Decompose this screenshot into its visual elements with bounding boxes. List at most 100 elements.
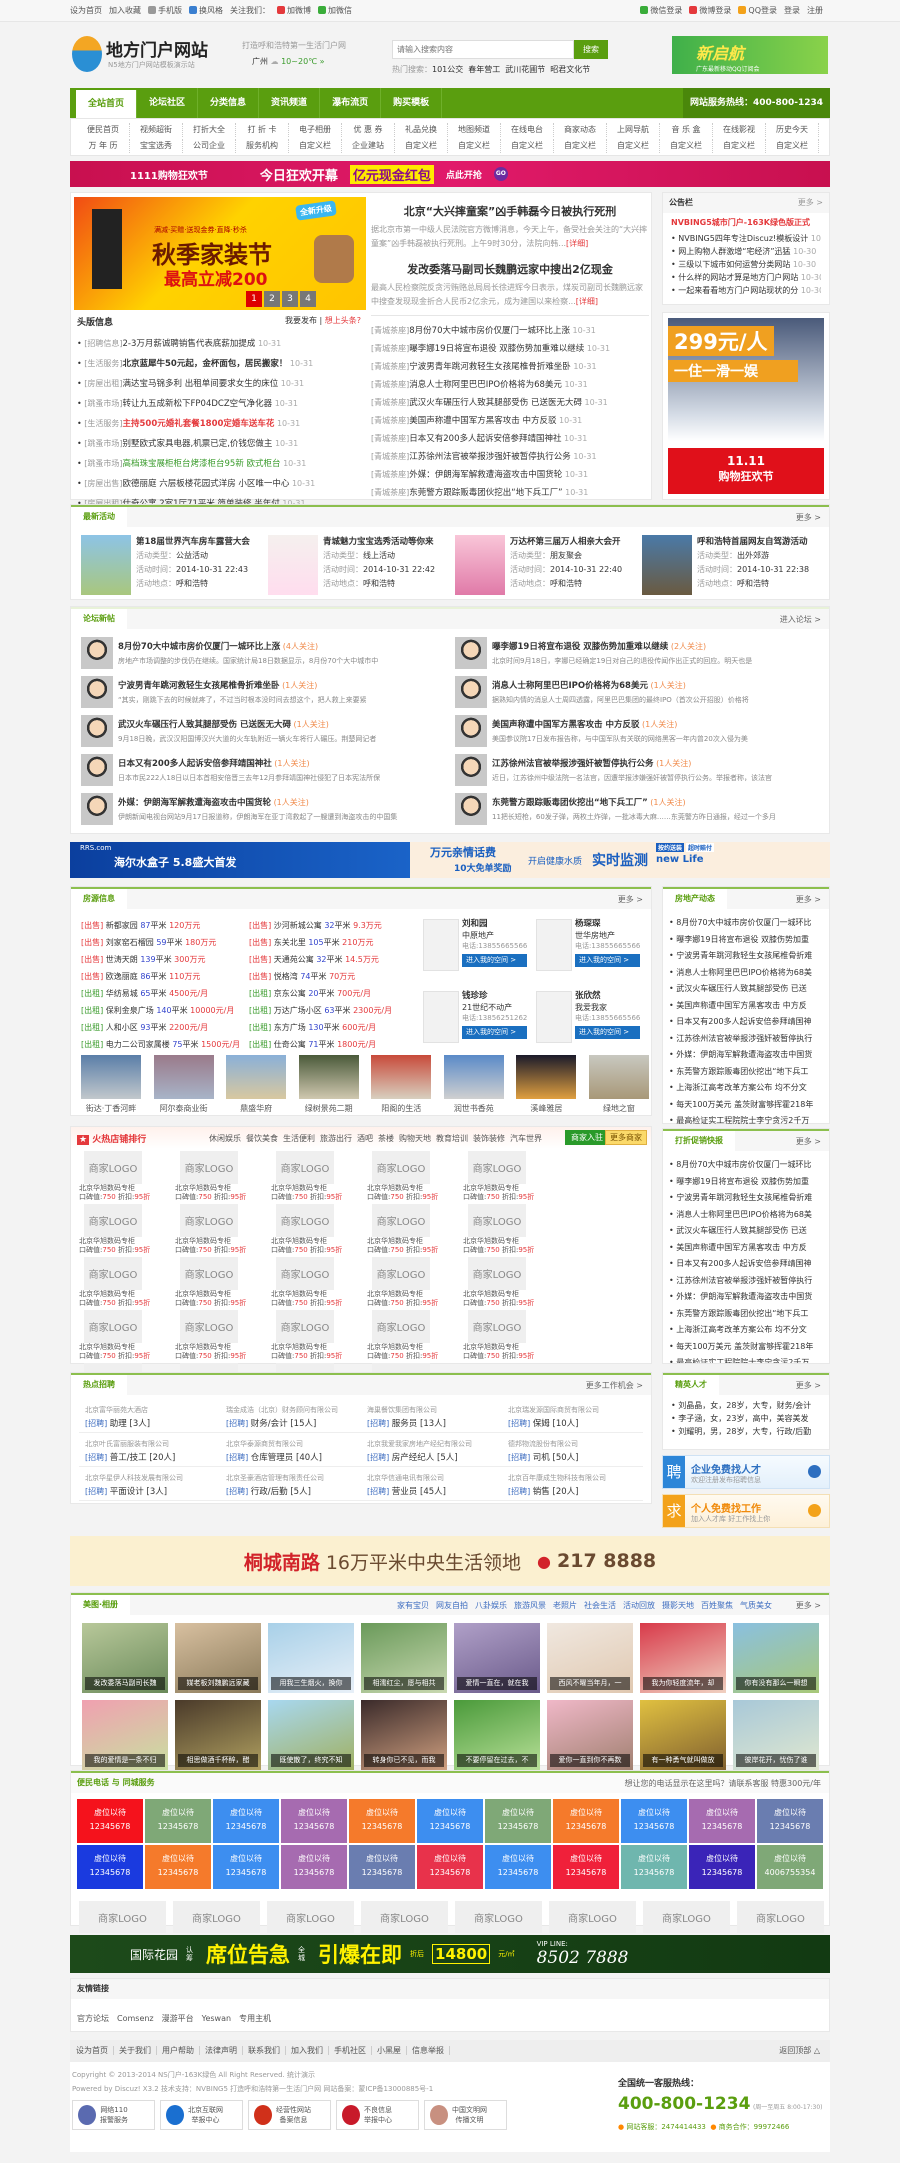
jobs-more[interactable]: 更多工作机会 > (586, 1380, 643, 1391)
talent-text[interactable]: 刘晶晶，女，28岁，大专，财务/会计 (678, 1401, 811, 1410)
headline-category[interactable]: [跳蚤市场] (84, 459, 122, 468)
forum-post-title[interactable]: 宁波男青年跳河救轻生女孩尾椎骨折难坐卧 (118, 681, 280, 691)
sub-nav-link[interactable]: 自定义栏 (713, 139, 766, 153)
forum-post[interactable]: 美国声称遭中国军方黑客攻击 中方反驳 (1人关注) 美国参议院17日发布报告称，与… (455, 715, 829, 753)
sub-nav-link[interactable]: 自定义栏 (289, 139, 342, 153)
agent-space-button[interactable]: 进入我的空间 > (575, 954, 641, 967)
listing-name[interactable]: 万达广场小区 (274, 1006, 322, 1015)
job-item[interactable]: 北京瑞发源国际商贸有限公司 [招聘] 保姆 [10人] (502, 1399, 643, 1433)
slider-page[interactable]: 4 (300, 291, 316, 307)
sub-nav-link[interactable]: 在线电台 (501, 123, 554, 137)
headline-text[interactable]: 主持500元婚礼套餐1800定婚车送车花 (123, 419, 275, 429)
listing-name[interactable]: 东关北里 (274, 938, 306, 947)
promo-item-text[interactable]: 武汉火车碾压行人致其腿部受伤 已送 (676, 1226, 807, 1235)
nav-item[interactable]: 分类信息 (198, 88, 260, 118)
job-title[interactable]: 仓库管理员 [40人] (251, 1453, 322, 1463)
footer-nav-link[interactable]: 信息举报 (412, 2046, 450, 2055)
realty-item[interactable]: • 美国声称遭中国军方黑客攻击 中方反 (669, 998, 823, 1015)
garden-ad-banner[interactable]: 国际花园 认筹 席位告急 全城 引爆在即 折后 14800 元/㎡ VIP LI… (70, 1935, 830, 1973)
shop-card[interactable]: 商家LOGO北京华旭数码专柜口碑值:750 折扣:95折 (367, 1257, 463, 1310)
promo-item-text[interactable]: 曝李娜19日将宣布退役 双膝伤势加重 (676, 1177, 809, 1186)
listing-name[interactable]: 欧逸丽庭 (106, 972, 138, 981)
news-item[interactable]: [青城茶座]江苏徐州法官被举报涉强奸被暂停执行公务 10-31 (371, 448, 649, 466)
agent-avatar[interactable] (536, 919, 572, 971)
listing-type[interactable]: [出售] (81, 921, 103, 930)
promo-item-text[interactable]: 江苏徐州法官被举报涉强奸被暂停执行 (676, 1276, 812, 1285)
job-item[interactable]: 北京华星伊人科技发展有限公司 [招聘] 平面设计 [3人] (79, 1467, 220, 1501)
listing-type[interactable]: [出售] (81, 955, 103, 964)
slider-page[interactable]: 1 (246, 291, 262, 307)
find-job-button[interactable]: 求 个人免费找工作 加入人才库 好工作找上你 (662, 1494, 830, 1528)
more-link[interactable]: [详细] (576, 297, 598, 306)
job-title[interactable]: 普工/技工 [20人] (110, 1453, 176, 1463)
headline-item[interactable]: • [跳蚤市场]高档珠宝展柜柜台烤漆柜台95新 欧式柜台 10-31 (77, 454, 361, 474)
job-item[interactable]: 瑞金成浩（北京）财务顾问有限公司 [招聘] 财务/会计 [15人] (220, 1399, 361, 1433)
shop-card[interactable]: 商家LOGO北京华旭数码专柜口碑值:750 折扣:95折 (175, 1257, 271, 1310)
agent-avatar[interactable] (423, 919, 459, 971)
activity-title[interactable]: 第18届世界汽车房车露营大会 (136, 535, 250, 549)
realty-item-text[interactable]: 江苏徐州法官被举报涉强奸被暂停执行 (676, 1034, 812, 1043)
hot-search-link[interactable]: 春年营工 (468, 65, 500, 74)
sub-nav-link[interactable]: 地图频道 (448, 123, 501, 137)
talent-text[interactable]: 李子涵，女，23岁，高中，美容美发 (678, 1414, 808, 1423)
news-title[interactable]: 宁波男青年跳河救轻生女孩尾椎骨折难坐卧 (409, 362, 571, 372)
realty-item-text[interactable]: 东莞警方跟踪贩毒团伙挖出“地下兵工 (676, 1067, 808, 1076)
notice-text[interactable]: 一起来看看地方门户网站现状的分 (678, 286, 798, 295)
listing-type[interactable]: [出售] (249, 938, 271, 947)
listing-name[interactable]: 世涛天朗 (106, 955, 138, 964)
search-button[interactable]: 搜索 (574, 40, 608, 59)
realty-item[interactable]: • 曝李娜19日将宣布退役 双膝伤势加重 (669, 932, 823, 949)
shop-card[interactable]: 商家LOGO北京华旭数码专柜口碑值:750 折扣:95折 (271, 1257, 367, 1310)
topbar-link[interactable]: 手机版 (148, 0, 182, 22)
listing-type[interactable]: [出租] (81, 1006, 103, 1015)
shop-name[interactable]: 北京华旭数码专柜 (463, 1290, 559, 1299)
headline-category[interactable]: [房屋出售] (84, 479, 122, 488)
house-listing[interactable]: [出租] 人和小区 93平米 2200元/月 (81, 1019, 249, 1036)
forum-more[interactable]: 进入论坛 > (780, 614, 821, 625)
shop-name[interactable]: 北京华旭数码专柜 (463, 1184, 559, 1193)
more-link[interactable]: [详细] (566, 239, 588, 248)
avatar[interactable] (455, 676, 487, 708)
photo-card[interactable]: 爱情一直在，就在我 (454, 1623, 540, 1693)
news-title[interactable]: 曝李娜19日将宣布退役 双膝伤势加重难以继续 (409, 344, 584, 354)
photo-card[interactable]: 彼岸花开，忧伤了谁 (733, 1700, 819, 1770)
house-listing[interactable]: [出售] 东关北里 105平米 210万元 (249, 934, 417, 951)
photo-tab[interactable]: 活动回放 (623, 1601, 655, 1610)
phone-tile[interactable]: 虚位以待 12345678 (553, 1845, 619, 1889)
photo-tab[interactable]: 旅游风景 (514, 1601, 546, 1610)
shop-card[interactable]: 商家LOGO北京华旭数码专柜口碑值:750 折扣:95折 (271, 1204, 367, 1257)
forum-post-title[interactable]: 江苏徐州法官被举报涉强奸被暂停执行公务 (492, 759, 654, 769)
promo-item[interactable]: • 曝李娜19日将宣布退役 双膝伤势加重 (669, 1174, 823, 1191)
house-listing[interactable]: [出售] 世涛天朗 139平米 300万元 (81, 951, 249, 968)
house-listing[interactable]: [出租] 保利金泉广场 140平米 10000元/月 (81, 1002, 249, 1019)
promo-item-text[interactable]: 消息人士称阿里巴巴IPO价格将为68美 (676, 1210, 812, 1219)
listing-name[interactable]: 新都家园 (106, 921, 138, 930)
logo-title[interactable]: 地方门户网站 (106, 36, 208, 61)
house-listing[interactable]: [出租] 京东公寓 20平米 700元/月 (249, 985, 417, 1002)
photo-card[interactable]: 转身你已不见，而我 (361, 1700, 447, 1770)
agent-space-button[interactable]: 进入我的空间 > (575, 1026, 641, 1039)
listing-type[interactable]: [出租] (249, 1006, 271, 1015)
shop-category-tab[interactable]: 教育培训 (436, 1134, 468, 1143)
news-title[interactable]: 江苏徐州法官被举报涉强奸被暂停执行公务 (409, 452, 571, 462)
photo-tab[interactable]: 摄影天地 (662, 1601, 694, 1610)
job-item[interactable]: 北京圣豪酒店管理有限责任公司 [招聘] 行政/后勤 [5人] (220, 1467, 361, 1501)
sub-nav-link[interactable]: 自定义栏 (766, 139, 819, 153)
promo-banner-1111[interactable]: 1111购物狂欢节 今日狂欢开幕 亿元现金红包 点此开抢 GO (70, 161, 830, 187)
shop-category-tab[interactable]: 酒吧 (357, 1134, 373, 1143)
job-item[interactable]: 北京富华丽苑大酒店 [招聘] 助理 [3人] (79, 1399, 220, 1433)
job-title[interactable]: 保姆 [10人] (533, 1419, 579, 1429)
sub-nav-link[interactable]: 自定义栏 (501, 139, 554, 153)
phone-tile[interactable]: 虚位以待 12345678 (621, 1845, 687, 1889)
forum-post-title[interactable]: 曝李娜19日将宣布退役 双膝伤势加重难以继续 (492, 642, 668, 652)
promo-item-text[interactable]: 8月份70大中城市房价仅厦门一城环比 (676, 1160, 811, 1169)
notice-text[interactable]: 什么样的网站才算是地方门户网站 (678, 273, 798, 282)
shop-name[interactable]: 北京华旭数码专柜 (79, 1290, 175, 1299)
forum-post[interactable]: 江苏徐州法官被举报涉强奸被暂停执行公务 (1人关注) 近日，江苏徐州中级法院一名法… (455, 754, 829, 792)
sub-nav-link[interactable]: 自定义栏 (607, 139, 660, 153)
avatar[interactable] (455, 637, 487, 669)
realty-item[interactable]: • 每天100万美元 盖茨财富够挥霍218年 (669, 1097, 823, 1114)
news-category[interactable]: [青城茶座] (371, 434, 409, 443)
promo-item[interactable]: • 消息人士称阿里巴巴IPO价格将为68美 (669, 1207, 823, 1224)
shop-card[interactable]: 商家LOGO北京华旭数码专柜口碑值:750 折扣:95折 (271, 1151, 367, 1204)
